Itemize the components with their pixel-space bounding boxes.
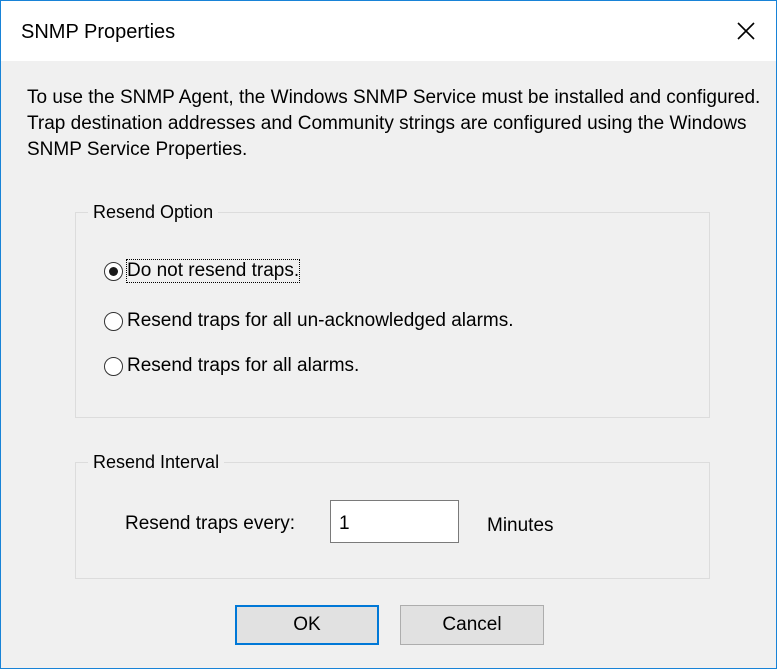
ok-button[interactable]: OK [235,605,379,645]
resend-option-legend: Resend Option [88,200,219,224]
radio-button[interactable] [104,311,123,331]
radio-resend-unacknowledged[interactable]: Resend traps for all un-acknowledged ala… [104,310,514,332]
close-button[interactable] [723,9,769,53]
resend-every-label: Resend traps every: [125,513,296,534]
radio-label: Do not resend traps. [125,259,301,283]
radio-label: Resend traps for all un-acknowledged ala… [127,310,514,331]
radio-label: Resend traps for all alarms. [127,355,360,376]
intro-text: To use the SNMP Agent, the Windows SNMP … [27,87,761,160]
dialog-window: SNMP Properties To use the SNMP Agent, t… [0,0,777,669]
title-bar: SNMP Properties [1,1,776,61]
resend-interval-group: Resend Interval Resend traps every: Minu… [75,450,710,579]
cancel-button[interactable]: Cancel [400,605,544,645]
dialog-title: SNMP Properties [21,21,176,43]
radio-resend-all-alarms[interactable]: Resend traps for all alarms. [104,355,359,377]
radio-button-checked[interactable] [104,261,123,281]
resend-interval-legend: Resend Interval [88,450,225,474]
resend-interval-input[interactable] [330,500,459,543]
close-icon [737,22,755,40]
minutes-label: Minutes [487,515,554,536]
resend-option-group: Resend Option Do not resend traps. Resen… [75,200,710,418]
radio-do-not-resend[interactable]: Do not resend traps. [104,259,301,283]
radio-button[interactable] [104,356,123,376]
